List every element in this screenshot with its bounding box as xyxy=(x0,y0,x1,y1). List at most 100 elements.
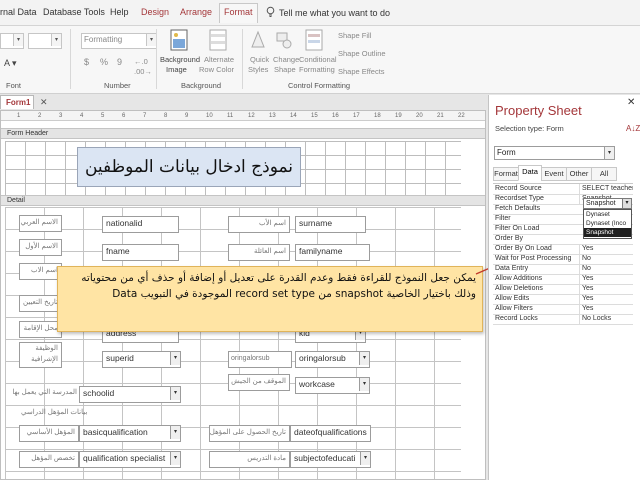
chevron-down-icon[interactable]: ▾ xyxy=(170,352,180,365)
hire-date-label[interactable]: تاريخ التعيين xyxy=(19,295,62,312)
property-value[interactable]: No Locks xyxy=(579,314,633,324)
decrease-decimal-button[interactable]: .00→ xyxy=(134,67,152,76)
qualification-specialty-label[interactable]: تخصص المؤهل xyxy=(19,451,79,468)
property-name: Filter xyxy=(495,215,511,222)
property-row[interactable]: Record Locks No Locks xyxy=(493,314,633,325)
father-name-label[interactable]: اسم الأب xyxy=(228,216,290,233)
currency-button[interactable]: $ xyxy=(84,57,89,67)
tab-arrange[interactable]: Arrange xyxy=(180,7,212,17)
property-value[interactable]: No xyxy=(579,254,633,264)
alternate-row-label[interactable]: Alternate xyxy=(204,55,234,64)
close-icon[interactable]: ✕ xyxy=(627,97,635,108)
option-snapshot[interactable]: Snapshot xyxy=(584,228,631,237)
property-value[interactable]: Yes xyxy=(579,294,633,304)
father-label-2[interactable]: اسم الاب xyxy=(19,263,62,280)
change-shape-label-2[interactable]: Shape xyxy=(274,65,296,74)
schoolid-combo[interactable]: schoolid ▾ xyxy=(79,386,181,403)
property-value[interactable]: No xyxy=(579,264,633,274)
workcase-combo[interactable]: workcase ▾ xyxy=(295,377,370,394)
property-value[interactable]: Yes xyxy=(579,304,633,314)
teaching-subject-label[interactable]: مادة التدريس xyxy=(209,451,290,468)
chevron-down-icon[interactable]: ▾ xyxy=(170,452,180,465)
object-selector[interactable]: Form ▾ xyxy=(494,146,615,160)
tab-event[interactable]: Event xyxy=(541,167,567,181)
chevron-down-icon[interactable]: ▾ xyxy=(604,147,614,159)
property-value[interactable]: Yes xyxy=(579,284,633,294)
detail-bar[interactable]: Detail xyxy=(1,195,485,206)
format-dropdown[interactable]: Formatting ▾ xyxy=(81,33,157,49)
background-image-icon[interactable] xyxy=(170,29,188,51)
property-value[interactable]: Yes xyxy=(579,244,633,254)
option-dynaset[interactable]: Dynaset xyxy=(584,210,631,219)
percent-button[interactable]: % xyxy=(100,57,108,67)
oringalorsub-combo[interactable]: oringalorsub ▾ xyxy=(295,351,370,368)
conditional-formatting-icon[interactable] xyxy=(305,29,323,51)
property-value[interactable]: Yes xyxy=(579,274,633,284)
subjectofeducation-combo[interactable]: subjectofeducati ▾ xyxy=(290,451,371,468)
tab-database-tools[interactable]: Database Tools xyxy=(43,7,105,17)
arabic-name-label[interactable]: الاسم العربي xyxy=(19,215,62,232)
basicqualification-combo[interactable]: basicqualification ▾ xyxy=(79,425,181,442)
nationalid-field[interactable]: nationalid xyxy=(102,216,179,233)
recordset-type-dropdown[interactable]: Snapshot ▾ xyxy=(583,198,632,209)
qualification-specialist-combo[interactable]: qualification specialist ▾ xyxy=(79,451,181,468)
sort-icon[interactable]: A↓Z xyxy=(626,124,640,133)
fname-field[interactable]: fname xyxy=(102,244,179,261)
shape-fill-button[interactable]: Shape Fill xyxy=(338,31,371,40)
form-title-label[interactable]: نموذج ادخال بيانات الموظفين xyxy=(77,147,301,187)
alternate-row-icon[interactable] xyxy=(209,29,227,51)
tab-format[interactable]: Format xyxy=(493,167,519,181)
font-size-dropdown[interactable]: ▾ xyxy=(28,33,62,49)
oringalorsub-label[interactable]: oringalorsub xyxy=(228,351,292,368)
conditional-formatting-label-2[interactable]: Formatting xyxy=(299,65,335,74)
tab-format[interactable]: Format xyxy=(219,3,258,23)
tab-data[interactable]: Data xyxy=(518,165,542,181)
chevron-down-icon[interactable]: ▾ xyxy=(359,378,369,391)
font-dropdown[interactable]: ▾ xyxy=(0,33,24,49)
form-document-tab[interactable]: Form1 xyxy=(0,95,34,109)
tab-other[interactable]: Other xyxy=(566,167,592,181)
chevron-down-icon[interactable]: ▾ xyxy=(170,426,180,439)
option-dynaset-inconsistent[interactable]: Dynaset (Inco xyxy=(584,219,631,228)
comma-button[interactable]: 9 xyxy=(117,57,122,67)
property-value[interactable]: SELECT teachers.n xyxy=(579,184,633,194)
shape-effects-button[interactable]: Shape Effects xyxy=(338,67,385,76)
supervisory-job-label[interactable]: الوظيفة الإشرافية xyxy=(19,342,62,368)
lightbulb-icon xyxy=(266,6,275,17)
residence-label[interactable]: محل الإقامة xyxy=(19,321,62,338)
quick-styles-label[interactable]: Quick xyxy=(250,55,269,64)
dateofqualifications-field[interactable]: dateofqualifications xyxy=(290,425,371,442)
shape-outline-button[interactable]: Shape Outline xyxy=(338,49,386,58)
form-header-bar[interactable]: Form Header xyxy=(1,128,485,139)
military-status-label[interactable]: الموقف من الجيش xyxy=(228,374,290,391)
background-image-label-2[interactable]: Image xyxy=(166,65,187,74)
qualification-section-label: بيانات المؤهل الدراسي xyxy=(21,409,88,416)
tell-me-search[interactable]: Tell me what you want to do xyxy=(279,8,390,18)
tab-external-data[interactable]: rnal Data xyxy=(0,7,37,17)
quick-styles-label-2[interactable]: Styles xyxy=(248,65,268,74)
chevron-down-icon[interactable]: ▾ xyxy=(622,199,631,208)
chevron-down-icon[interactable]: ▾ xyxy=(360,452,370,465)
quick-styles-icon[interactable] xyxy=(249,29,267,51)
tab-help[interactable]: Help xyxy=(110,7,129,17)
basic-qualification-label[interactable]: المؤهل الأساسي xyxy=(19,425,79,442)
qualification-date-label[interactable]: تاريخ الحصول على المؤهل xyxy=(209,425,290,442)
surname-field[interactable]: surname xyxy=(295,216,366,233)
first-name-label[interactable]: الاسم الأول xyxy=(19,239,62,256)
increase-decimal-button[interactable]: ←.0 xyxy=(134,57,148,66)
chevron-down-icon[interactable]: ▾ xyxy=(170,387,180,400)
tab-all[interactable]: All xyxy=(591,167,617,181)
change-shape-label[interactable]: Change xyxy=(273,55,299,64)
superid-combo[interactable]: superid ▾ xyxy=(102,351,181,368)
family-name-label[interactable]: اسم العائلة xyxy=(228,244,290,261)
close-icon[interactable]: ✕ xyxy=(40,97,48,108)
conditional-formatting-label[interactable]: Conditional xyxy=(299,55,337,64)
familyname-field[interactable]: familyname xyxy=(295,244,370,261)
chevron-down-icon[interactable]: ▾ xyxy=(359,352,369,365)
font-color-icon[interactable]: A ▾ xyxy=(4,58,17,69)
school-label[interactable]: المدرسة التي يعمل بها xyxy=(5,386,80,401)
alternate-row-label-2[interactable]: Row Color xyxy=(199,65,234,74)
change-shape-icon[interactable] xyxy=(275,29,293,51)
tab-design[interactable]: Design xyxy=(141,7,169,17)
background-image-label[interactable]: Background xyxy=(160,55,200,64)
